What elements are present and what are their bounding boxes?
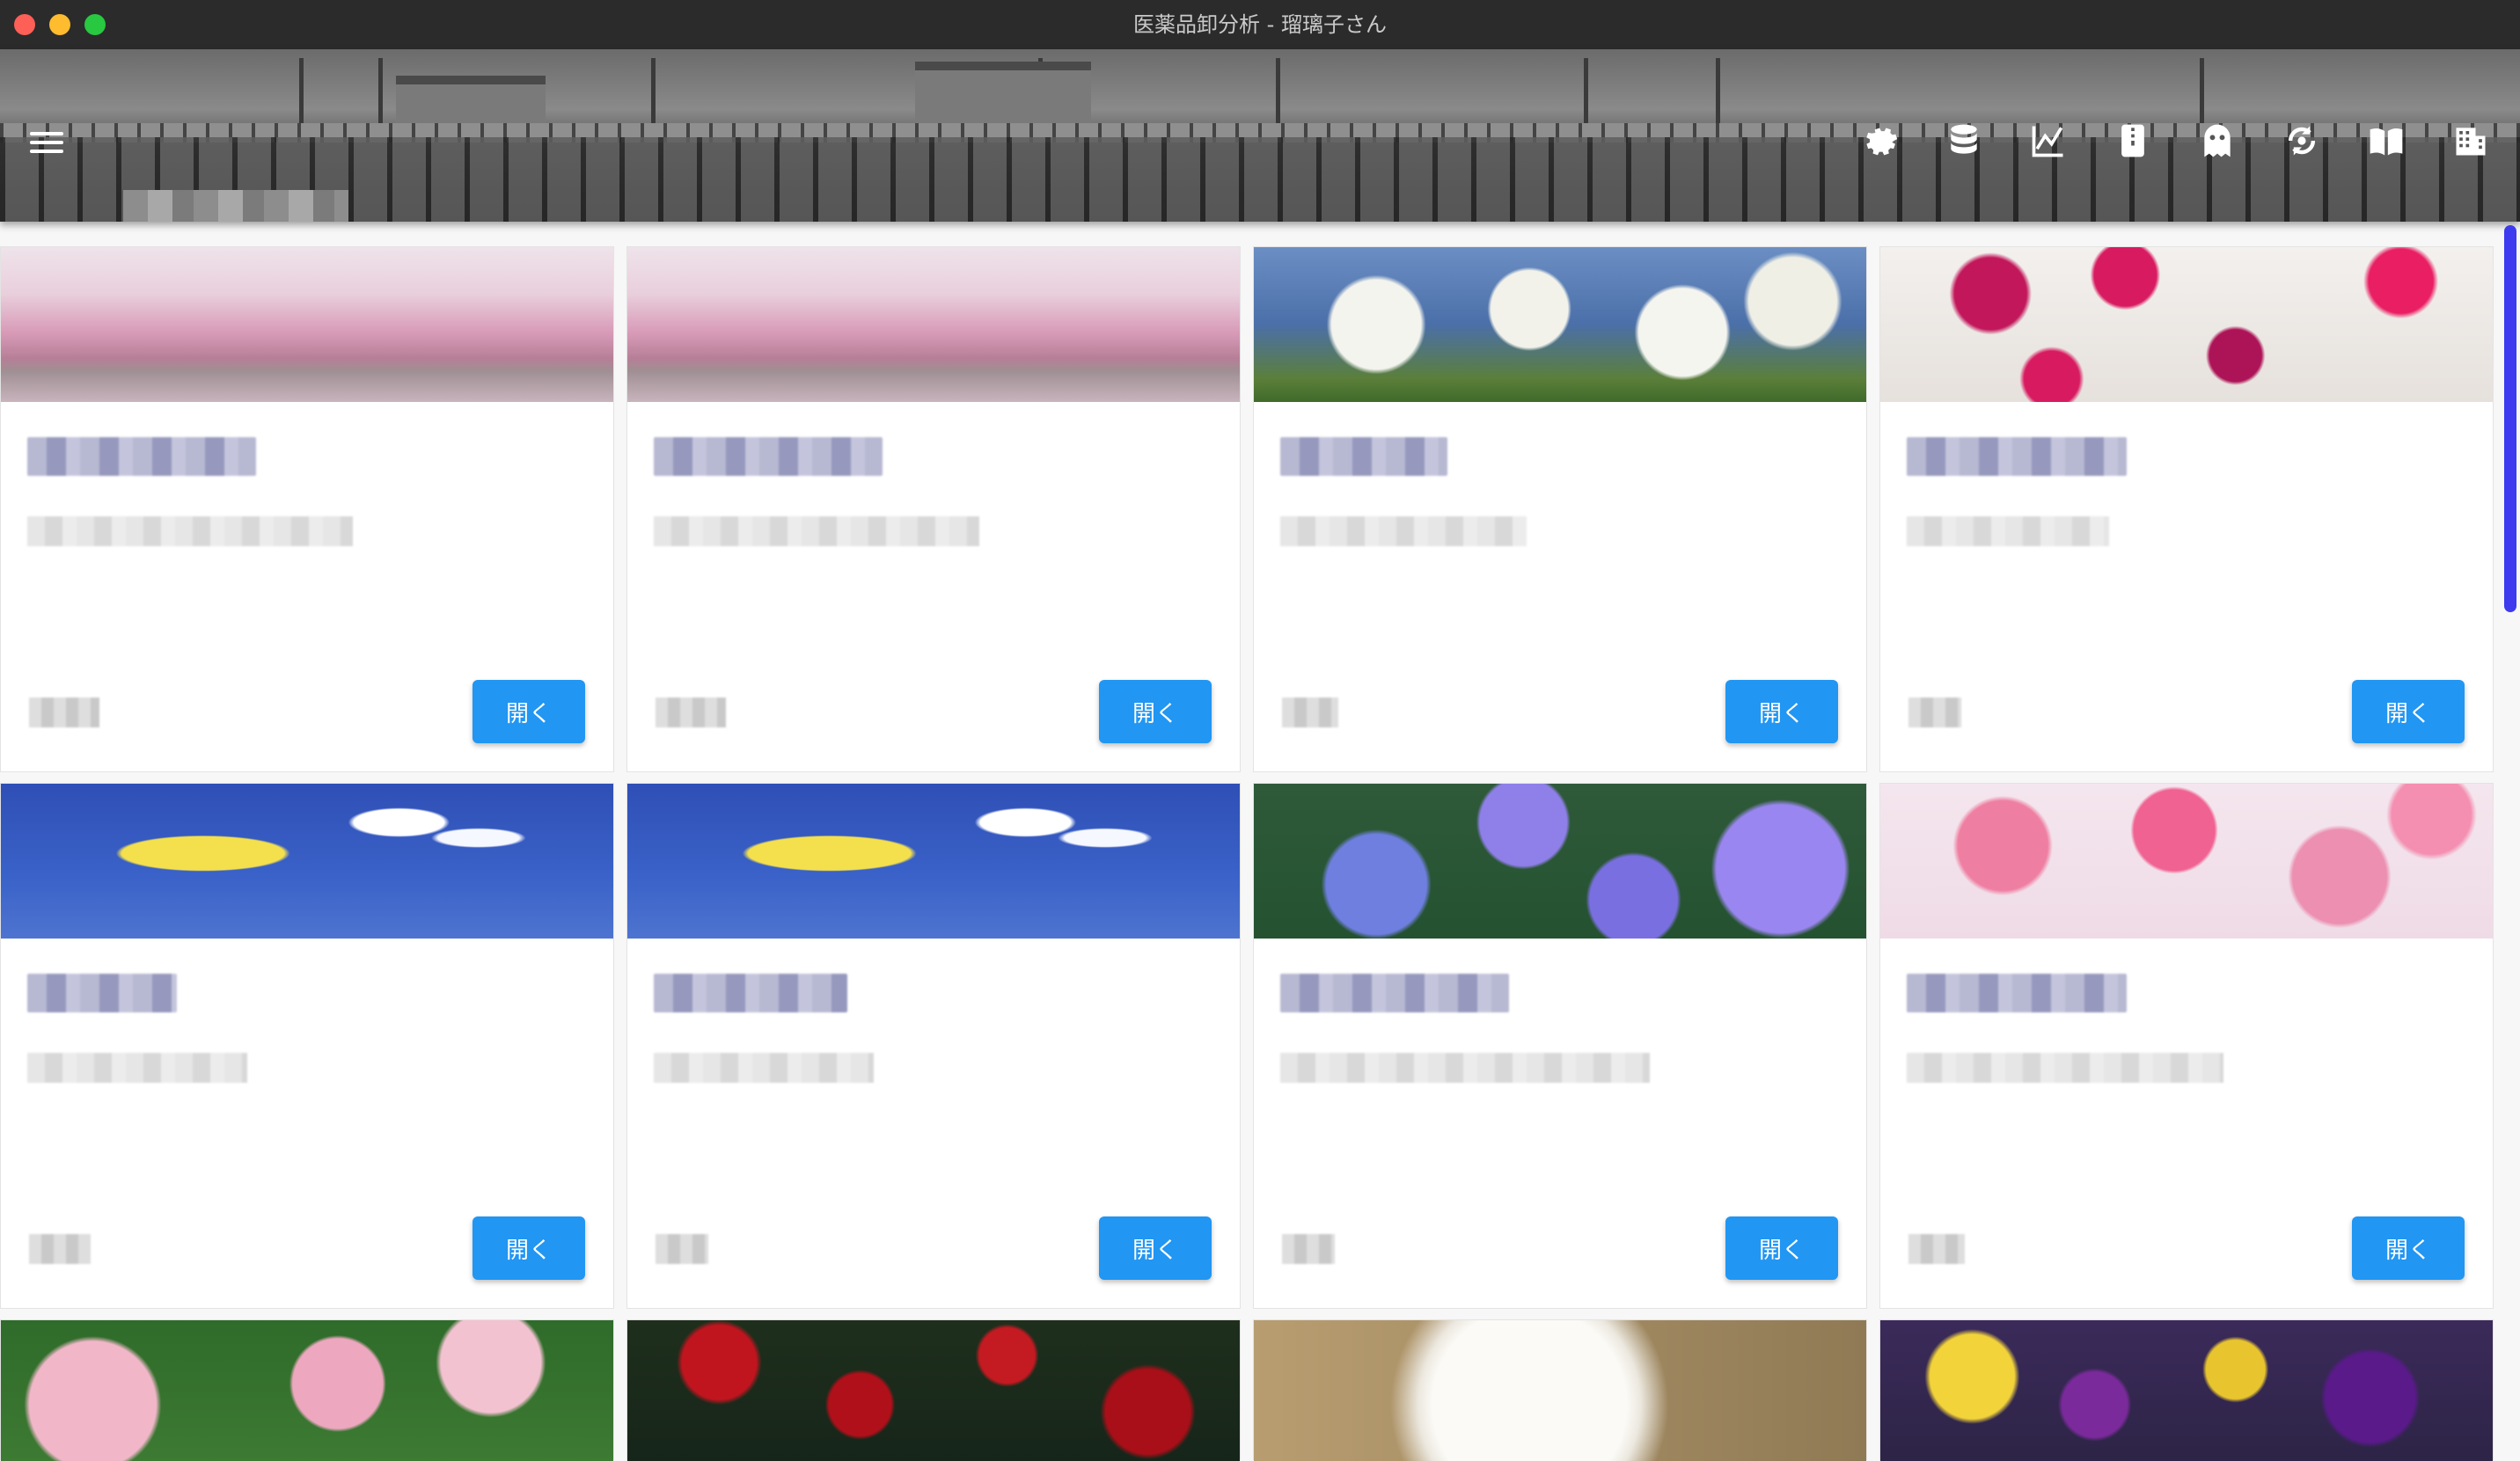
project-card: 開く	[0, 246, 614, 772]
card-description	[27, 516, 353, 546]
card-title	[1907, 437, 2127, 476]
card-meta	[1908, 1234, 1965, 1264]
project-card: 開く	[626, 246, 1241, 772]
card-title	[654, 974, 847, 1012]
card-image-carnations	[1880, 247, 2493, 402]
window-titlebar: 医薬品卸分析 - 瑠璃子さん	[0, 0, 2520, 49]
gear-icon[interactable]	[1848, 116, 1911, 165]
hamburger-menu-button[interactable]	[26, 127, 67, 158]
project-card	[626, 1319, 1241, 1461]
building-icon[interactable]	[2439, 116, 2502, 165]
project-card: 開く	[626, 783, 1241, 1309]
card-description	[27, 1053, 247, 1083]
card-meta	[29, 1234, 91, 1264]
ghost-icon[interactable]	[2186, 116, 2249, 165]
project-card	[0, 1319, 614, 1461]
card-title	[27, 437, 256, 476]
window-title: 医薬品卸分析 - 瑠璃子さん	[1133, 12, 1387, 37]
card-title	[27, 974, 177, 1012]
card-title	[654, 437, 883, 476]
project-card: 開く	[1879, 783, 2494, 1309]
card-image-pansies	[1880, 1320, 2493, 1461]
card-image-roses	[627, 1320, 1240, 1461]
zip-file-icon[interactable]	[2101, 116, 2165, 165]
project-card: 開く	[1879, 246, 2494, 772]
card-meta	[29, 698, 99, 727]
line-chart-icon[interactable]	[2017, 116, 2080, 165]
project-card	[1879, 1319, 2494, 1461]
open-button[interactable]: 開く	[472, 1216, 585, 1280]
card-description	[1280, 516, 1527, 546]
card-title	[1907, 974, 2127, 1012]
project-card: 開く	[0, 783, 614, 1309]
card-image-daffodil	[627, 784, 1240, 939]
card-image-oleander	[1, 1320, 613, 1461]
card-description	[1907, 516, 2109, 546]
page-scrollbar[interactable]	[2502, 225, 2518, 1439]
card-image-cherry-blossom	[627, 247, 1240, 402]
card-description	[1280, 1053, 1650, 1083]
sync-icon[interactable]	[2270, 116, 2333, 165]
card-description	[654, 1053, 874, 1083]
card-image-gardenia	[1254, 1320, 1866, 1461]
card-image-daffodil	[1, 784, 613, 939]
open-button[interactable]: 開く	[472, 680, 585, 743]
card-meta	[1908, 698, 1961, 727]
card-image-hydrangea	[1254, 784, 1866, 939]
open-button[interactable]: 開く	[1099, 680, 1212, 743]
project-card: 開く	[1253, 246, 1867, 772]
scrollbar-thumb[interactable]	[2504, 225, 2516, 612]
open-button[interactable]: 開く	[2352, 680, 2465, 743]
card-image-dogwood	[1254, 247, 1866, 402]
card-meta	[656, 698, 726, 727]
database-icon[interactable]	[1932, 116, 1996, 165]
open-button[interactable]: 開く	[2352, 1216, 2465, 1280]
header-redacted-area	[123, 190, 348, 222]
card-description	[1907, 1053, 2223, 1083]
open-button[interactable]: 開く	[1725, 680, 1838, 743]
header-toolbar	[1848, 116, 2502, 165]
card-meta	[656, 1234, 708, 1264]
app-header	[0, 49, 2520, 222]
open-button[interactable]: 開く	[1725, 1216, 1838, 1280]
card-description	[654, 516, 979, 546]
card-title	[1280, 974, 1509, 1012]
card-image-cherry-blossom	[1, 247, 613, 402]
open-button[interactable]: 開く	[1099, 1216, 1212, 1280]
card-meta	[1282, 1234, 1335, 1264]
card-image-pink-cherry	[1880, 784, 2493, 939]
card-title	[1280, 437, 1447, 476]
project-card: 開く	[1253, 783, 1867, 1309]
card-meta	[1282, 698, 1338, 727]
book-icon[interactable]	[2355, 116, 2418, 165]
project-card	[1253, 1319, 1867, 1461]
